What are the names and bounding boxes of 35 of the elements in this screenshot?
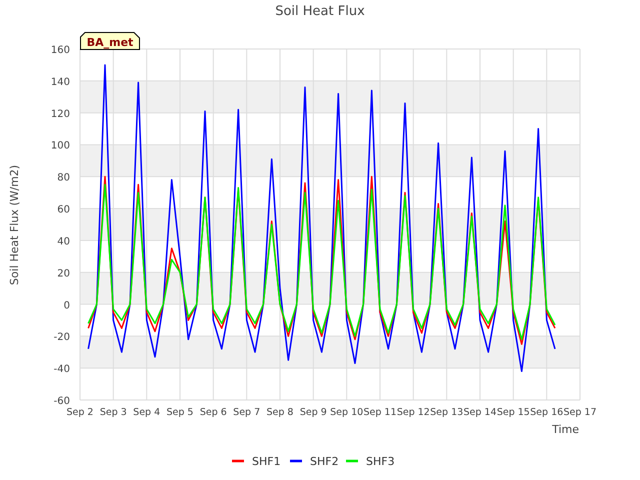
y-tick-label: -40 [54, 364, 70, 376]
x-tick-label: Sep 5 [166, 407, 194, 418]
chart-title: Soil Heat Flux [275, 4, 365, 19]
x-tick-label: Sep 16 [530, 407, 564, 418]
legend-label: SHF2 [310, 455, 339, 468]
x-tick-label: Sep 17 [564, 407, 596, 418]
y-axis-title: Soil Heat Flux (W/m2) [8, 164, 21, 286]
y-tick-label: 80 [57, 172, 70, 184]
legend-label: SHF3 [366, 455, 395, 468]
x-axis-title: Time [552, 423, 579, 436]
x-tick-label: Sep 7 [233, 407, 260, 418]
x-tick-label: Sep 8 [266, 407, 294, 418]
y-tick-label: 60 [57, 204, 70, 216]
x-tick-label: Sep 15 [496, 407, 530, 418]
x-tick-label: Sep 10 [330, 407, 364, 418]
site-label-tag: BA_met [80, 32, 140, 50]
y-tick-label: 160 [50, 45, 70, 56]
y-tick-label: 40 [57, 236, 70, 248]
y-tick-label: -20 [54, 332, 70, 344]
x-tick-label: Sep 11 [364, 407, 396, 418]
y-tick-label: 140 [50, 76, 70, 88]
x-tick-label: Sep 12 [396, 407, 430, 418]
y-tick-label: 100 [50, 140, 70, 152]
x-tick-label: Sep 6 [200, 407, 227, 418]
y-tick-label: 120 [50, 108, 70, 120]
y-tick-label: -60 [54, 396, 70, 407]
legend-label: SHF1 [252, 455, 281, 468]
x-tick-label: Sep 4 [133, 407, 160, 418]
x-tick-label: Sep 14 [464, 407, 496, 418]
x-tick-label: Sep 13 [430, 407, 464, 418]
y-tick-label: 20 [57, 268, 70, 280]
x-tick-label: Sep 2 [66, 407, 94, 418]
x-tick-label: Sep 3 [100, 407, 127, 418]
x-tick-label: Sep 9 [300, 407, 327, 418]
y-tick-label: 0 [64, 300, 70, 312]
